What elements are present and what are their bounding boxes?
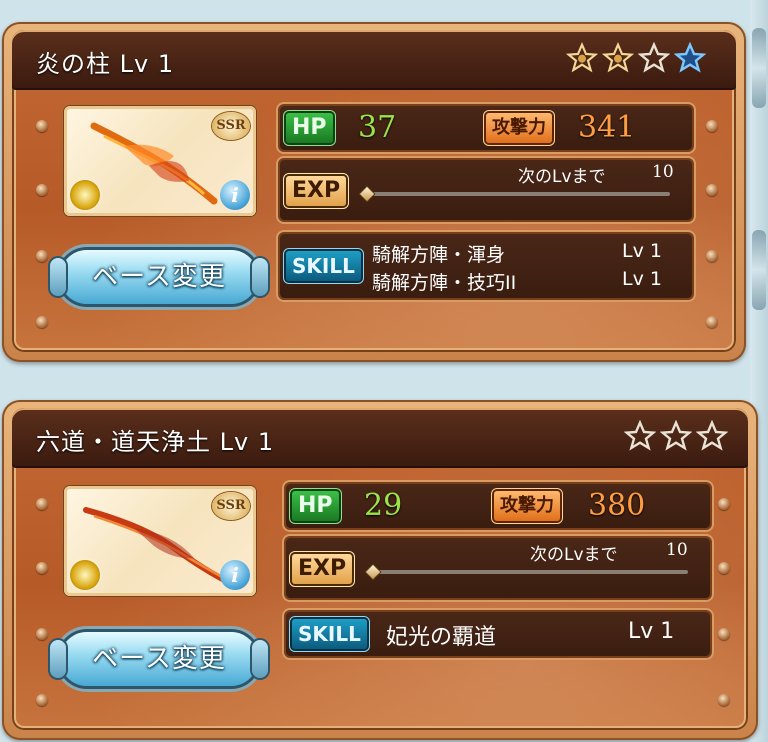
exp-tag: EXP (286, 176, 347, 206)
info-icon[interactable]: i (220, 180, 250, 210)
rivet (36, 120, 48, 132)
weapon-title: 六道・道天浄土 Lv 1 (36, 428, 275, 456)
exp-tag: EXP (292, 554, 353, 584)
next-level-label: 次のLvまで (518, 167, 606, 187)
weapon-card-1: 炎の柱 Lv 1 SSR i ベース変更 HP 37 攻撃力 341 EXP 次… (2, 22, 746, 362)
side-decoration (752, 230, 766, 310)
weapon-card-2: 六道・道天浄土 Lv 1 SSR i ベース変更 HP 29 攻撃力 380 E… (2, 400, 758, 740)
button-wing-right (252, 640, 268, 678)
rivet (718, 628, 730, 640)
exp-bar-marker (359, 186, 375, 202)
rivet (36, 250, 48, 262)
attack-value: 380 (588, 488, 646, 523)
attack-tag: 攻撃力 (494, 491, 560, 521)
attack-tag: 攻撃力 (486, 113, 552, 143)
exp-bar-marker (365, 564, 381, 580)
hp-tag: HP (286, 113, 333, 143)
stats-panel: HP 37 攻撃力 341 (280, 106, 692, 150)
rivet (36, 562, 48, 574)
button-wing-left (50, 640, 66, 678)
skill-level: Lv 1 (622, 240, 662, 262)
uncap-star-empty-icon (696, 420, 728, 451)
hp-tag: HP (292, 491, 339, 521)
change-base-button[interactable]: ベース変更 (50, 250, 268, 304)
change-base-button[interactable]: ベース変更 (50, 632, 268, 686)
info-icon[interactable]: i (220, 560, 250, 590)
ssr-badge: SSR (212, 492, 250, 520)
skill-panel: SKILL 妃光の覇道 Lv 1 (286, 612, 710, 656)
skill-level: Lv 1 (628, 619, 675, 644)
side-decoration (752, 28, 766, 108)
rivet (706, 250, 718, 262)
rivet (718, 562, 730, 574)
ssr-badge: SSR (212, 112, 250, 140)
skill-tag: SKILL (292, 619, 367, 649)
uncap-star-filled-icon (566, 42, 598, 73)
uncap-star-empty-icon (624, 420, 656, 451)
uncap-star-empty-icon (660, 420, 692, 451)
hp-value: 37 (358, 110, 397, 145)
light-element-icon (70, 180, 100, 210)
rivet (36, 184, 48, 196)
next-level-label: 次のLvまで (530, 545, 618, 565)
change-base-label: ベース変更 (92, 644, 226, 674)
skill-name: 騎解方陣・渾身 (372, 244, 506, 266)
exp-bar (366, 192, 670, 196)
rivet (36, 498, 48, 510)
exp-panel: EXP 次のLvまで 10 (280, 160, 692, 220)
rivet (706, 120, 718, 132)
button-wing-right (252, 258, 268, 296)
exp-bar (372, 570, 688, 574)
rivet (706, 316, 718, 328)
weapon-thumbnail[interactable]: SSR i (64, 486, 256, 596)
skill-name: 妃光の覇道 (386, 625, 497, 650)
next-level-value: 10 (666, 540, 688, 560)
attack-value: 341 (578, 110, 636, 145)
skill-name: 騎解方陣・技巧II (372, 272, 517, 294)
change-base-label: ベース変更 (92, 262, 226, 292)
uncap-star-empty-icon (638, 42, 670, 73)
rivet (718, 498, 730, 510)
skill-panel: SKILL 騎解方陣・渾身 Lv 1 騎解方陣・技巧II Lv 1 (280, 234, 692, 298)
skill-tag: SKILL (286, 251, 361, 281)
card-title-bar: 炎の柱 Lv 1 (12, 30, 736, 90)
uncap-stars (624, 420, 728, 452)
button-wing-left (50, 258, 66, 296)
exp-panel: EXP 次のLvまで 10 (286, 538, 710, 598)
rivet (36, 316, 48, 328)
uncap-star-filled-icon (602, 42, 634, 73)
hp-value: 29 (364, 488, 403, 523)
uncap-star-blue-icon (674, 42, 706, 73)
weapon-title: 炎の柱 Lv 1 (36, 50, 175, 78)
weapon-thumbnail[interactable]: SSR i (64, 106, 256, 216)
rivet (706, 184, 718, 196)
skill-level: Lv 1 (622, 268, 662, 290)
uncap-stars (566, 42, 706, 74)
next-level-value: 10 (652, 162, 674, 182)
rivet (36, 628, 48, 640)
rivet (36, 694, 48, 706)
stats-panel: HP 29 攻撃力 380 (286, 484, 710, 528)
light-element-icon (70, 560, 100, 590)
card-title-bar: 六道・道天浄土 Lv 1 (12, 408, 748, 468)
rivet (718, 694, 730, 706)
